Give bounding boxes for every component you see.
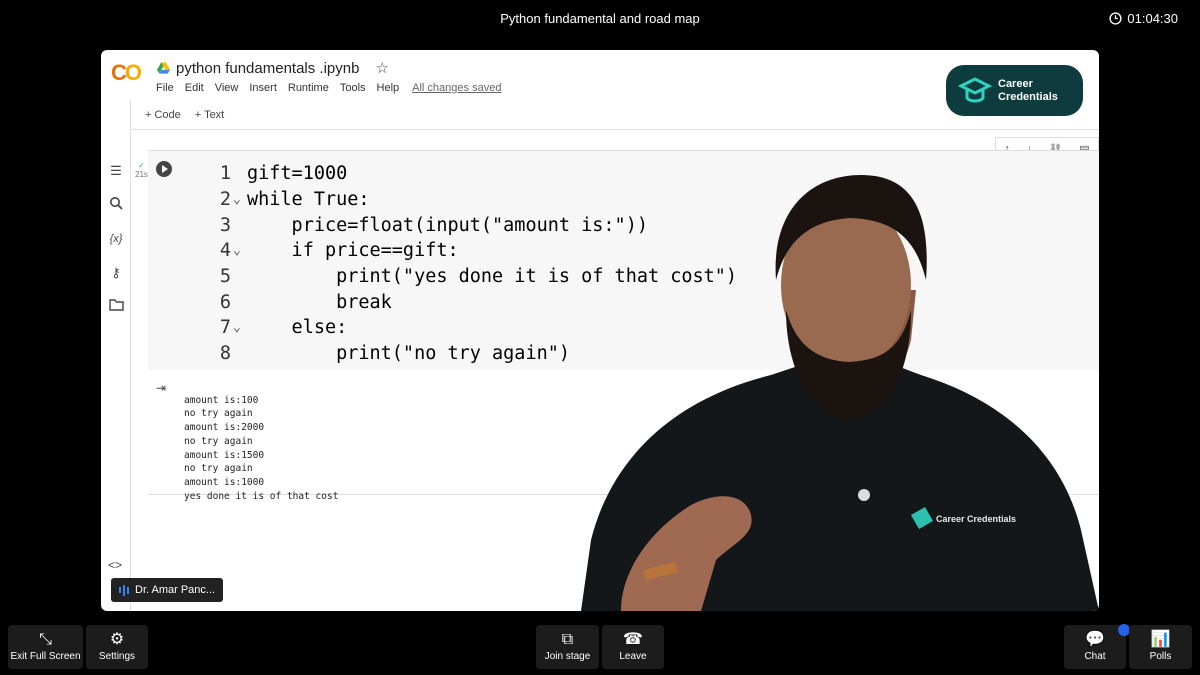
menu-view[interactable]: View (215, 82, 239, 94)
star-icon[interactable]: ☆ (375, 59, 388, 77)
code-text-7: else: (247, 317, 348, 339)
shirt-logo: Career Credentials (936, 514, 1016, 524)
output-text: amount is:100 no try again amount is:2000 n… (184, 394, 339, 502)
presenter-name-tag: Dr. Amar Panc... (111, 578, 224, 602)
code-text-8: print("no try again") (247, 343, 571, 365)
toc-icon[interactable]: ☰ (107, 162, 125, 180)
join-stage-icon: ⧉ (561, 631, 574, 648)
code-text-4: if price==gift: (247, 240, 459, 262)
fold-icon[interactable]: ⌄ (233, 320, 247, 335)
colab-logo: CO (111, 60, 142, 85)
menu-file[interactable]: File (156, 82, 174, 94)
meeting-topbar: Python fundamental and road map 01:04:30 (0, 0, 1200, 40)
colab-sidebar: ☰ {x} ⚷ (101, 100, 131, 611)
chat-button[interactable]: 💬 Chat (1064, 624, 1130, 669)
chat-bubble-icon: 💬 (1085, 631, 1105, 648)
folder-icon[interactable] (107, 298, 125, 316)
notebook-title-bar: python fundamentals .ipynb ☆ (157, 59, 389, 77)
menu-help[interactable]: Help (377, 82, 400, 94)
exec-time: 21s (135, 170, 148, 179)
meeting-timer: 01:04:30 (1109, 11, 1178, 26)
meeting-controls: ⤡ Exit Full Screen ⚙ Settings ⧉ Join sta… (0, 622, 1200, 675)
add-text-button[interactable]: + Text (195, 109, 224, 121)
code-text-2: while True: (247, 189, 370, 211)
fold-icon[interactable]: ⌄ (233, 243, 247, 258)
run-cell-button[interactable] (156, 161, 172, 177)
polls-bar-icon: 📊 (1150, 631, 1171, 648)
gear-icon: ⚙ (109, 631, 125, 648)
key-icon[interactable]: ⚷ (107, 264, 125, 282)
chat-label: Chat (1084, 651, 1106, 662)
exit-fullscreen-icon: ⤡ (39, 631, 52, 648)
exec-status: ✓ 21s (135, 161, 148, 179)
code-snippets-icon[interactable]: <> (108, 558, 122, 572)
fold-icon[interactable]: ⌄ (233, 192, 247, 207)
exit-full-screen-label: Exit Full Screen (10, 651, 81, 662)
saved-status[interactable]: All changes saved (412, 82, 501, 94)
menu-edit[interactable]: Edit (185, 82, 204, 94)
leave-button[interactable]: ☎ Leave (602, 625, 664, 669)
add-code-button[interactable]: + Code (145, 109, 181, 121)
phone-hangup-icon: ☎ (623, 631, 643, 648)
shared-screen: CO python fundamentals .ipynb ☆ File Edi… (101, 50, 1099, 611)
audio-level-icon (119, 584, 129, 596)
exit-full-screen-button[interactable]: ⤡ Exit Full Screen (8, 625, 83, 669)
menu-insert[interactable]: Insert (249, 82, 277, 94)
colab-toolbar: + Code + Text (131, 100, 1099, 130)
meeting-title: Python fundamental and road map (500, 11, 700, 26)
output-menu-icon[interactable]: ⇥ (156, 381, 166, 395)
code-text-1: gift=1000 (247, 163, 348, 185)
notebook-title[interactable]: python fundamentals .ipynb (176, 60, 359, 77)
drive-icon (157, 62, 170, 74)
timer-text: 01:04:30 (1127, 11, 1178, 26)
brand-line-1: Career (998, 77, 1033, 90)
presenter-name: Dr. Amar Panc... (135, 584, 216, 596)
leave-label: Leave (619, 651, 647, 662)
join-stage-label: Join stage (544, 651, 591, 662)
polls-button[interactable]: 📊 Polls (1129, 625, 1192, 669)
search-icon[interactable] (107, 196, 125, 214)
settings-button[interactable]: ⚙ Settings (86, 625, 148, 669)
variables-icon[interactable]: {x} (107, 230, 125, 248)
code-text-6: break (247, 291, 392, 313)
presenter-video: Career Credentials (581, 175, 1099, 611)
clock-icon (1109, 12, 1122, 25)
join-stage-button[interactable]: ⧉ Join stage (536, 625, 599, 669)
menu-tools[interactable]: Tools (340, 82, 366, 94)
colab-menu: File Edit View Insert Runtime Tools Help… (156, 82, 501, 94)
settings-label: Settings (98, 651, 136, 662)
polls-label: Polls (1149, 651, 1172, 662)
menu-runtime[interactable]: Runtime (288, 82, 329, 94)
